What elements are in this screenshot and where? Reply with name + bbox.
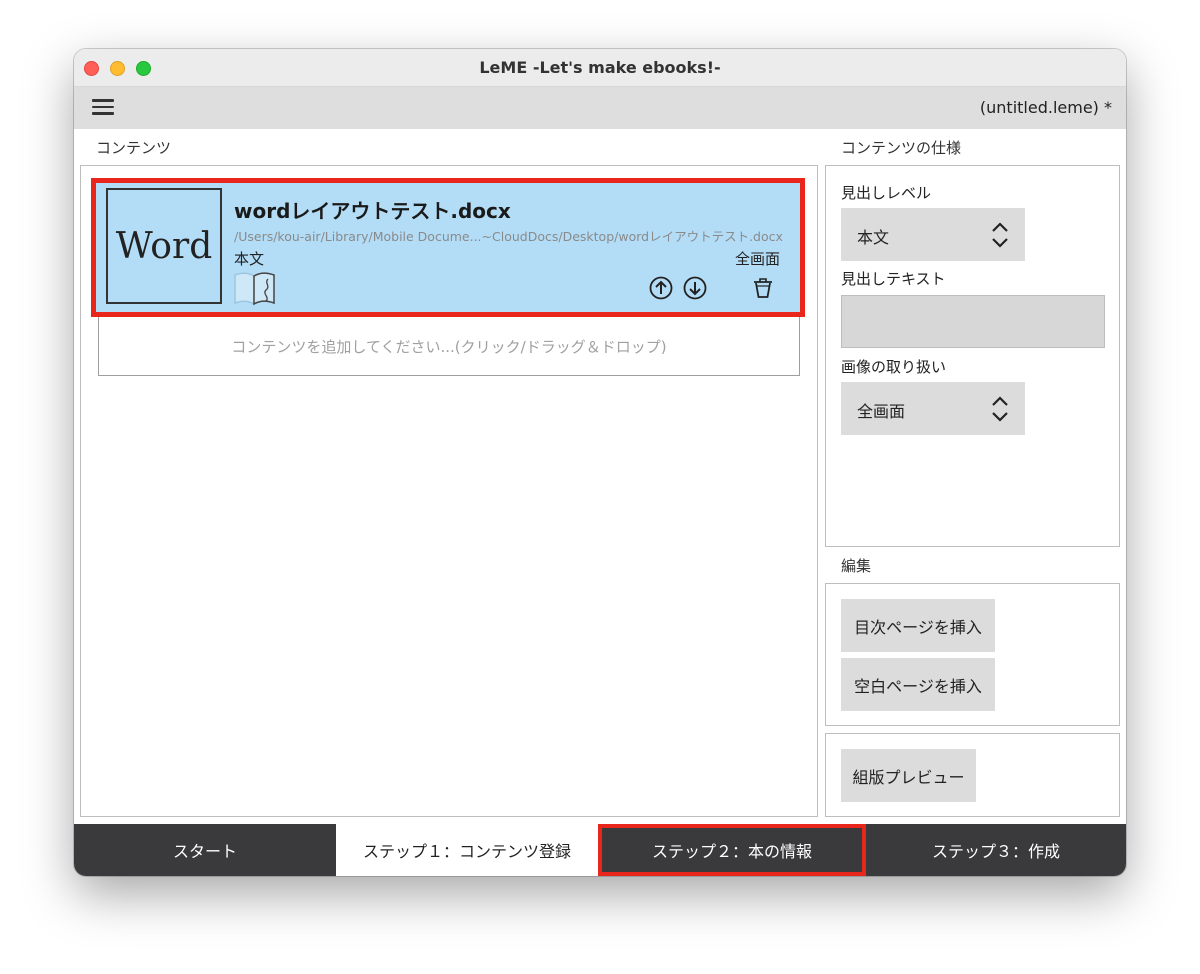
heading-level-label: 見出しレベル <box>841 184 932 202</box>
step-tabs: スタート ステップ１：コンテンツ登録 ステップ２：本の情報 ステップ３：作成 <box>74 824 1126 876</box>
tab-step3-create[interactable]: ステップ３：作成 <box>866 824 1126 876</box>
tab-step2-book-info[interactable]: ステップ２：本の情報 <box>598 824 866 876</box>
content-item-image-mode: 全画面 <box>734 250 780 268</box>
typeset-preview-button[interactable]: 組版プレビュー <box>841 749 976 802</box>
content-item[interactable]: Word wordレイアウトテスト.docx /Users/kou-air/Li… <box>91 178 805 317</box>
chevron-updown-icon <box>992 396 1008 422</box>
image-handling-select[interactable]: 全画面 <box>841 382 1025 435</box>
edit-section-label: 編集 <box>841 557 872 575</box>
image-handling-value: 全画面 <box>857 402 906 421</box>
menu-icon[interactable] <box>92 99 114 117</box>
arrow-up-icon[interactable] <box>649 276 673 300</box>
insert-toc-button[interactable]: 目次ページを挿入 <box>841 599 995 652</box>
insert-blank-page-button[interactable]: 空白ページを挿入 <box>841 658 995 711</box>
trash-icon[interactable] <box>751 276 775 300</box>
document-name: (untitled.leme) * <box>979 98 1112 117</box>
app-window: LeME -Let's make ebooks!- (untitled.leme… <box>74 49 1126 876</box>
tab-step1-contents[interactable]: ステップ１：コンテンツ登録 <box>336 824 598 876</box>
tab-start[interactable]: スタート <box>74 824 336 876</box>
contents-section-label: コンテンツ <box>96 139 172 157</box>
heading-level-value: 本文 <box>857 228 890 247</box>
content-item-level: 本文 <box>234 250 265 268</box>
title-bar: LeME -Let's make ebooks!- <box>74 49 1126 87</box>
toolbar: (untitled.leme) * <box>74 87 1126 129</box>
edit-panel: 目次ページを挿入 空白ページを挿入 <box>825 583 1120 726</box>
word-file-icon: Word <box>106 188 222 304</box>
content-item-path: /Users/kou-air/Library/Mobile Docume...~… <box>234 229 783 244</box>
window-title: LeME -Let's make ebooks!- <box>479 58 721 77</box>
image-handling-label: 画像の取り扱い <box>841 358 947 376</box>
heading-text-input[interactable] <box>841 295 1105 348</box>
spec-section-label: コンテンツの仕様 <box>841 139 962 157</box>
arrow-down-icon[interactable] <box>683 276 707 300</box>
content-spec-panel: 見出しレベル 本文 見出しテキスト 画像の取り扱い 全画面 <box>825 165 1120 547</box>
book-icon <box>234 272 275 306</box>
heading-level-select[interactable]: 本文 <box>841 208 1025 261</box>
add-content-dropzone[interactable]: コンテンツを追加してください...(クリック/ドラッグ＆ドロップ) <box>98 317 800 376</box>
chevron-updown-icon <box>992 222 1008 248</box>
content-item-title: wordレイアウトテスト.docx <box>234 199 511 223</box>
preview-panel: 組版プレビュー <box>825 733 1120 817</box>
heading-text-label: 見出しテキスト <box>841 270 946 288</box>
